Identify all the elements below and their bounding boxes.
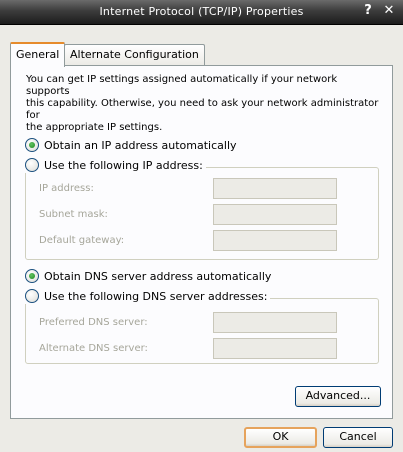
alternate-dns-label: Alternate DNS server: <box>39 343 148 354</box>
radio-unselected-icon <box>25 289 39 303</box>
dialog-window: Internet Protocol (TCP/IP) Properties ? … <box>0 0 403 452</box>
alternate-dns-field[interactable] <box>213 338 337 359</box>
help-icon[interactable]: ? <box>360 3 376 19</box>
intro-text: You can get IP settings assigned automat… <box>26 74 381 134</box>
obtain-dns-auto-label: Obtain DNS server address automatically <box>44 269 272 283</box>
ip-address-label: IP address: <box>39 183 94 194</box>
preferred-dns-label: Preferred DNS server: <box>39 317 148 328</box>
obtain-dns-auto-radio[interactable]: Obtain DNS server address automatically <box>25 268 271 284</box>
radio-selected-icon <box>25 269 39 283</box>
subnet-mask-label: Subnet mask: <box>39 209 108 220</box>
use-following-ip-label: Use the following IP address: <box>44 158 203 172</box>
subnet-mask-field[interactable] <box>213 204 337 225</box>
use-following-ip-radio[interactable]: Use the following IP address: <box>25 157 206 173</box>
cancel-button[interactable]: Cancel <box>323 427 393 448</box>
obtain-ip-auto-label: Obtain an IP address automatically <box>44 138 237 152</box>
preferred-dns-field[interactable] <box>213 312 337 333</box>
close-icon[interactable]: ✕ <box>381 3 397 19</box>
title-bar[interactable]: Internet Protocol (TCP/IP) Properties ? … <box>0 0 403 25</box>
use-following-dns-radio[interactable]: Use the following DNS server addresses: <box>25 288 271 304</box>
radio-selected-icon <box>25 138 39 152</box>
window-title: Internet Protocol (TCP/IP) Properties <box>99 5 304 18</box>
tab-alternate-configuration[interactable]: Alternate Configuration <box>64 44 205 65</box>
intro-line-1: You can get IP settings assigned automat… <box>26 74 338 97</box>
default-gateway-field[interactable] <box>213 230 337 251</box>
intro-line-3: the appropriate IP settings. <box>26 122 163 133</box>
advanced-button[interactable]: Advanced... <box>295 386 381 407</box>
use-following-dns-label: Use the following DNS server addresses: <box>44 289 268 303</box>
radio-unselected-icon <box>25 158 39 172</box>
ip-address-field[interactable] <box>213 178 337 199</box>
general-tab-panel: You can get IP settings assigned automat… <box>10 65 393 419</box>
ok-button[interactable]: OK <box>244 427 317 448</box>
intro-line-2: this capability. Otherwise, you need to … <box>26 98 379 121</box>
obtain-ip-auto-radio[interactable]: Obtain an IP address automatically <box>25 137 237 153</box>
tab-general[interactable]: General <box>10 42 66 67</box>
default-gateway-label: Default gateway: <box>39 235 125 246</box>
